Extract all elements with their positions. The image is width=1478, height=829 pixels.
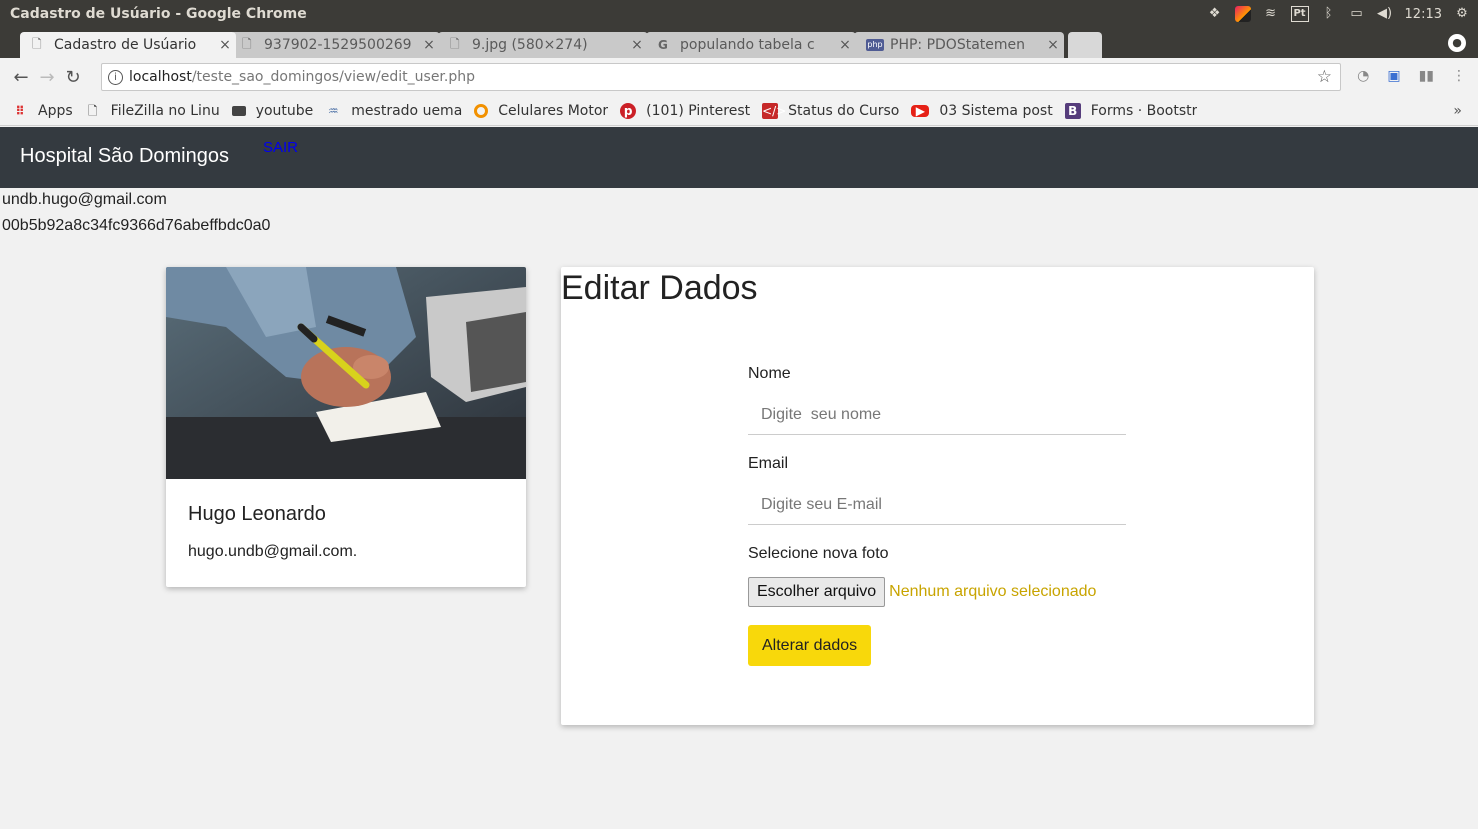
name-label: Nome bbox=[748, 365, 791, 382]
translate-extension-icon[interactable]: ▣ bbox=[1387, 68, 1400, 84]
bookmark-star-icon[interactable]: ☆ bbox=[1317, 67, 1332, 87]
tab-php-pdo[interactable]: php PHP: PDOStatemen × bbox=[854, 32, 1064, 58]
tab-9jpg[interactable]: 🗋 9.jpg (580×274) × bbox=[438, 32, 648, 58]
folder-icon bbox=[231, 105, 246, 116]
new-tab-button[interactable] bbox=[1068, 32, 1102, 58]
browser-toolbar: ← → ↻ i localhost /teste_sao_domingos/vi… bbox=[0, 58, 1478, 96]
page-icon: 🗋 bbox=[450, 36, 460, 51]
bookmark-youtube-folder[interactable]: youtube bbox=[231, 103, 313, 119]
session-hash: 00b5b92a8c34fc9366d76abeffbdc0a0 bbox=[2, 217, 271, 234]
extension-icons: ◔ ▣ ▮▮ ⋮ bbox=[1357, 68, 1466, 84]
bookmark-celulares[interactable]: Celulares Motor bbox=[474, 103, 608, 119]
settings-gear-icon[interactable]: ⚙ bbox=[1454, 6, 1470, 22]
extension-bars-icon[interactable]: ▮▮ bbox=[1419, 68, 1434, 84]
bookmark-sistema-post[interactable]: ▶ 03 Sistema post bbox=[911, 103, 1053, 119]
email-label: Email bbox=[748, 455, 789, 472]
bookmark-forms-bootstrap[interactable]: B Forms · Bootstr bbox=[1064, 102, 1197, 119]
site-brand[interactable]: Hospital São Domingos bbox=[20, 145, 229, 168]
edit-form-card: Editar Dados Nome Email Selecione nova f… bbox=[561, 267, 1314, 725]
bookmarks-bar: ⠿ Apps 🗋 FileZilla no Linu youtube ♒ mes… bbox=[0, 96, 1478, 126]
close-tab-icon[interactable]: × bbox=[834, 37, 856, 53]
app-cube-icon[interactable] bbox=[1234, 6, 1251, 22]
bird-icon: ♒ bbox=[327, 103, 339, 118]
window-title: Cadastro de Usúario - Google Chrome bbox=[10, 6, 307, 22]
profile-email: hugo.undb@gmail.com. bbox=[188, 543, 358, 560]
submit-button[interactable]: Alterar dados bbox=[748, 625, 872, 666]
volume-icon[interactable]: ◀) bbox=[1377, 6, 1393, 22]
keyboard-layout-indicator[interactable]: Pt bbox=[1290, 6, 1309, 22]
tab-strip: 🗋 Cadastro de Usúario × 🗋 937902-1529500… bbox=[0, 28, 1478, 58]
email-input[interactable] bbox=[748, 485, 1126, 525]
bookmark-mestrado[interactable]: ♒ mestrado uema bbox=[325, 103, 462, 119]
file-status: Nenhum arquivo selecionado bbox=[889, 583, 1097, 600]
profile-name: Hugo Leonardo bbox=[188, 503, 326, 525]
chrome-menu-icon[interactable]: ⋮ bbox=[1452, 68, 1466, 84]
page-icon: 🗋 bbox=[87, 103, 98, 118]
php-icon: php bbox=[866, 39, 884, 51]
bookmark-filezilla[interactable]: 🗋 FileZilla no Linu bbox=[85, 103, 220, 119]
bootstrap-icon: B bbox=[1064, 102, 1081, 119]
tab-cadastro[interactable]: 🗋 Cadastro de Usúario × bbox=[20, 32, 236, 58]
more-bookmarks-chevron-icon[interactable]: » bbox=[1453, 103, 1462, 119]
tab-937902[interactable]: 🗋 937902-1529500269 × bbox=[230, 32, 440, 58]
extension-icon[interactable]: ◔ bbox=[1357, 68, 1369, 84]
close-tab-icon[interactable]: × bbox=[626, 37, 648, 53]
site-navbar: Hospital São Domingos SAIR bbox=[0, 127, 1478, 188]
back-arrow-icon[interactable]: ← bbox=[8, 67, 34, 88]
bookmark-apps[interactable]: ⠿ Apps bbox=[12, 103, 72, 119]
form-title: Editar Dados bbox=[561, 269, 758, 307]
apps-grid-icon: ⠿ bbox=[15, 103, 25, 118]
bookmark-status-curso[interactable]: </> Status do Curso bbox=[762, 102, 899, 119]
reload-icon[interactable]: ↻ bbox=[60, 67, 86, 88]
bookmark-pinterest[interactable]: p (101) Pinterest bbox=[620, 102, 750, 119]
tab-populando[interactable]: G populando tabela c × bbox=[646, 32, 856, 58]
bluetooth-icon[interactable]: ᛒ bbox=[1321, 6, 1337, 22]
forward-arrow-icon[interactable]: → bbox=[34, 67, 60, 88]
orange-circle-icon bbox=[474, 103, 489, 118]
photo-label: Selecione nova foto bbox=[748, 545, 889, 562]
close-tab-icon[interactable]: × bbox=[214, 37, 236, 53]
file-picker: Escolher arquivo Nenhum arquivo selecion… bbox=[748, 577, 1126, 607]
edit-user-form: Nome Email Selecione nova foto Escolher … bbox=[748, 365, 1126, 666]
page-viewport: Hospital São Domingos SAIR undb.hugo@gma… bbox=[0, 127, 1478, 829]
session-email: undb.hugo@gmail.com bbox=[2, 191, 167, 208]
wifi-icon[interactable]: ≋ bbox=[1263, 6, 1279, 22]
close-tab-icon[interactable]: × bbox=[418, 37, 440, 53]
clock[interactable]: 12:13 bbox=[1405, 7, 1442, 22]
pinterest-icon: p bbox=[620, 102, 637, 119]
name-input[interactable] bbox=[748, 395, 1126, 435]
dropbox-icon[interactable]: ❖ bbox=[1207, 6, 1223, 22]
code-icon: </> bbox=[762, 102, 787, 119]
info-icon[interactable]: i bbox=[108, 69, 123, 85]
choose-file-button[interactable]: Escolher arquivo bbox=[748, 577, 886, 607]
address-bar[interactable]: i localhost /teste_sao_domingos/view/edi… bbox=[101, 63, 1341, 91]
google-icon: G bbox=[658, 38, 668, 52]
profile-photo bbox=[166, 267, 526, 479]
os-titlebar: Cadastro de Usúario - Google Chrome ❖ ≋ … bbox=[0, 0, 1478, 28]
logout-link[interactable]: SAIR bbox=[263, 139, 298, 156]
profile-card: Hugo Leonardo hugo.undb@gmail.com. bbox=[166, 267, 526, 587]
page-icon: 🗋 bbox=[32, 36, 42, 51]
profile-icon[interactable]: ● bbox=[1448, 34, 1466, 52]
youtube-icon: ▶ bbox=[911, 104, 930, 117]
battery-icon[interactable]: ▭ bbox=[1349, 6, 1365, 22]
page-icon: 🗋 bbox=[242, 36, 252, 51]
system-tray: ❖ ≋ Pt ᛒ ▭ ◀) 12:13 ⚙ bbox=[1207, 0, 1470, 28]
close-tab-icon[interactable]: × bbox=[1042, 37, 1064, 53]
